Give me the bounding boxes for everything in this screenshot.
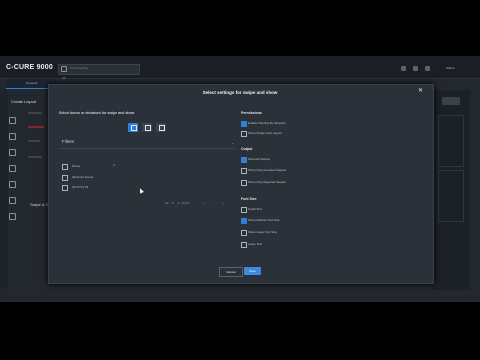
option-row[interactable]: Show Medium Text Size xyxy=(241,216,411,225)
option-checkbox[interactable] xyxy=(241,180,247,186)
cancel-button-label: Cancel xyxy=(226,270,236,274)
save-button-label: Save xyxy=(249,269,256,273)
settings-icon[interactable] xyxy=(425,66,430,71)
list-view-icon[interactable] xyxy=(156,123,166,132)
page-range: 1 - 0 of 0 xyxy=(177,201,190,205)
option-label: Show Large Text Size xyxy=(248,230,277,234)
option-row[interactable]: Show Single Card Layout xyxy=(241,129,411,138)
prev-page-icon[interactable]: ‹ xyxy=(210,201,211,205)
save-button[interactable]: Save xyxy=(244,267,261,275)
first-page-icon[interactable]: |‹ xyxy=(203,201,205,205)
gear-icon[interactable] xyxy=(9,117,16,124)
option-row[interactable]: Show Only Accepted Swipes xyxy=(241,166,411,175)
option-row[interactable]: Small Text xyxy=(241,205,411,214)
permissions-heading: Permissions xyxy=(241,111,262,115)
option-row[interactable]: Large Text xyxy=(241,240,411,249)
option-checkbox[interactable] xyxy=(241,121,247,127)
select-all-checkbox[interactable] xyxy=(62,164,68,170)
view-toggle[interactable] xyxy=(128,123,166,132)
form-line xyxy=(28,156,42,158)
divider xyxy=(59,148,235,149)
last-page-icon[interactable]: ›| xyxy=(222,201,224,205)
check-icon[interactable] xyxy=(9,181,16,188)
door-icon[interactable] xyxy=(9,133,16,140)
option-row[interactable]: Enable Filtering By Operator xyxy=(241,119,411,128)
option-label: Enable Filtering By Operator xyxy=(248,121,286,125)
option-checkbox[interactable] xyxy=(241,230,247,236)
app-brand: C-CURE 9000 xyxy=(6,64,53,71)
search-placeholder: Find anything xyxy=(70,66,89,70)
background-box xyxy=(438,115,464,167)
close-icon[interactable]: ✕ xyxy=(418,87,423,94)
option-label: Show Only Rejected Swipes xyxy=(248,180,286,184)
option-checkbox[interactable] xyxy=(241,242,247,248)
option-row[interactable]: Show Only Rejected Swipes xyxy=(241,178,411,187)
option-checkbox[interactable] xyxy=(241,157,247,163)
option-checkbox[interactable] xyxy=(241,168,247,174)
option-label: Large Text xyxy=(248,242,262,246)
background-box xyxy=(438,170,464,222)
background-button xyxy=(442,97,460,105)
filters-label[interactable]: Filters xyxy=(62,139,74,144)
tools-icon[interactable] xyxy=(413,66,418,71)
row-checkbox[interactable] xyxy=(62,185,68,191)
column-header: E xyxy=(113,163,116,167)
option-checkbox[interactable] xyxy=(241,207,247,213)
doors-heading: Select doors or elevators for swipe and … xyxy=(59,111,135,115)
row-checkbox[interactable] xyxy=(62,175,68,181)
font-size-heading: Font Size xyxy=(241,197,257,201)
table-row[interactable]: All CCTV IN xyxy=(62,183,232,192)
option-label: Show Only Accepted Swipes xyxy=(248,168,287,172)
option-label: Small Text xyxy=(248,207,262,211)
list-icon[interactable] xyxy=(9,149,16,156)
form-line xyxy=(28,112,42,114)
name-column-header: Name xyxy=(72,164,81,168)
background-form xyxy=(28,112,50,162)
option-checkbox[interactable] xyxy=(241,131,247,137)
option-checkbox[interactable] xyxy=(241,218,247,224)
pager[interactable]: 10 ▾ 1 - 0 of 0 xyxy=(165,201,189,205)
output-heading: Output xyxy=(241,147,253,151)
form-line xyxy=(28,126,44,128)
row-label: All Doors Group xyxy=(72,175,94,179)
tile-view-icon[interactable] xyxy=(142,123,152,132)
page-title: Create Layout xyxy=(11,99,37,104)
option-row[interactable]: Show Large Text Size xyxy=(241,228,411,237)
option-row[interactable]: Show All Swipes xyxy=(241,155,411,164)
chevron-down-icon[interactable]: ▾ xyxy=(172,201,174,205)
grid-icon[interactable] xyxy=(9,197,16,204)
user-menu[interactable]: Admin xyxy=(446,66,455,70)
search-icon xyxy=(61,66,67,72)
dialog-title: Select settings for swipe and show xyxy=(202,90,278,95)
option-label: Show All Swipes xyxy=(248,157,271,161)
card-view-icon[interactable] xyxy=(128,123,138,132)
camera-icon[interactable] xyxy=(9,213,16,220)
option-label: Show Medium Text Size xyxy=(248,218,280,222)
option-label: Show Single Card Layout xyxy=(248,131,282,135)
form-line xyxy=(28,140,40,142)
chevron-down-icon[interactable]: ⌄ xyxy=(231,140,234,145)
table-header-row: Name xyxy=(62,162,232,171)
table-row[interactable]: All Doors Group xyxy=(62,173,232,182)
zoom-icon[interactable] xyxy=(401,66,406,71)
next-page-icon[interactable]: › xyxy=(216,201,217,205)
left-rail xyxy=(0,89,8,289)
row-label: All CCTV IN xyxy=(72,185,89,189)
filter-sub-label: All xyxy=(62,76,66,80)
page-size[interactable]: 10 xyxy=(165,201,168,205)
person-icon[interactable] xyxy=(9,165,16,172)
cancel-button[interactable]: Cancel xyxy=(219,267,243,277)
